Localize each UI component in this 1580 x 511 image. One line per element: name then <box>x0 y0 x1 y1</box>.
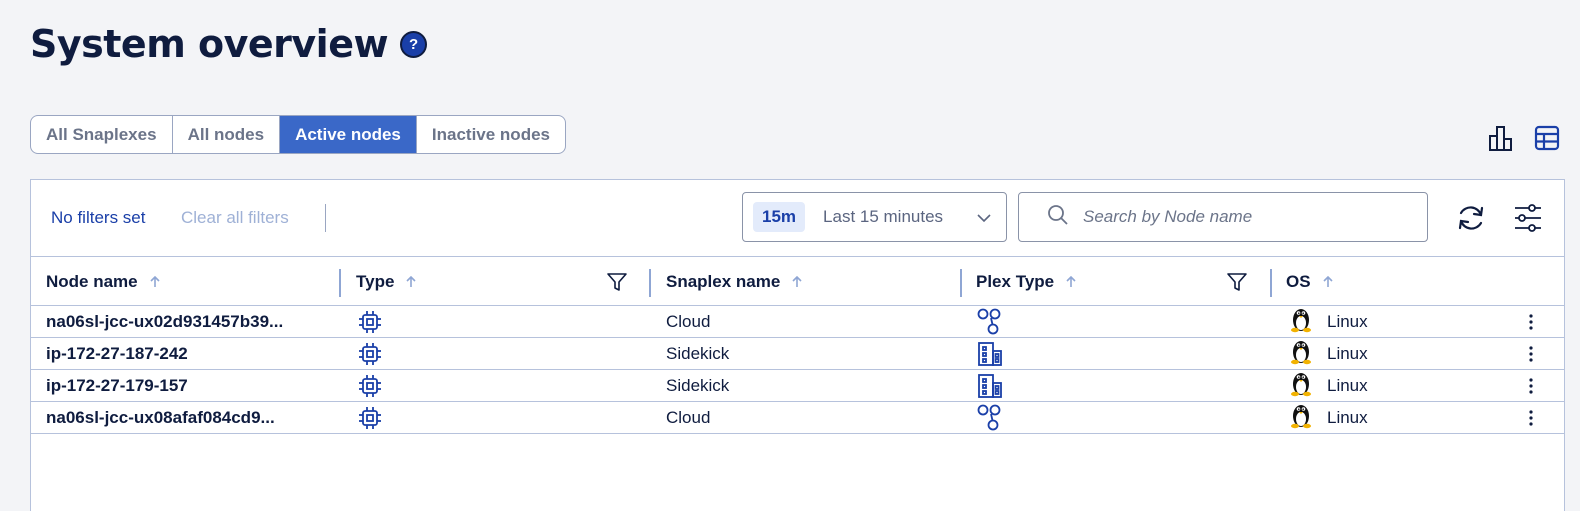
table-row[interactable]: ip-172-27-187-242 Sidekick Linux <box>31 338 1564 370</box>
os-cell: Linux <box>1289 338 1368 369</box>
node-name-cell[interactable]: na06sl-jcc-ux02d931457b39... <box>46 306 283 337</box>
cloud-nodes-icon <box>977 402 1003 433</box>
cpu-chip-icon <box>357 370 383 401</box>
column-label: Node name <box>46 271 138 291</box>
nodes-panel: No filters set Clear all filters 15m Las… <box>30 179 1565 511</box>
snaplex-name-cell: Cloud <box>666 407 711 427</box>
column-label: Snaplex name <box>666 271 781 291</box>
os-name: Linux <box>1327 375 1368 395</box>
filter-funnel-icon[interactable] <box>606 271 628 293</box>
snaplex-name-cell: Sidekick <box>666 375 730 395</box>
building-icon <box>977 338 1003 369</box>
cloud-nodes-icon <box>977 306 1003 337</box>
os-cell: Linux <box>1289 306 1368 337</box>
column-header-plex-type[interactable]: Plex Type <box>976 257 1076 306</box>
node-status-tabs: All Snaplexes All nodes Active nodes Ina… <box>30 115 566 154</box>
column-label: Type <box>356 271 395 291</box>
snaplex-name-cell: Cloud <box>666 311 711 331</box>
clear-filters-link[interactable]: Clear all filters <box>181 208 289 228</box>
column-resize-handle[interactable] <box>339 269 341 297</box>
column-header-snaplex-name[interactable]: Snaplex name <box>666 257 802 306</box>
refresh-icon[interactable] <box>1455 202 1487 234</box>
search-box <box>1018 192 1428 242</box>
linux-tux-icon <box>1289 369 1313 402</box>
row-menu-icon[interactable] <box>1528 402 1534 433</box>
column-resize-handle[interactable] <box>960 269 962 297</box>
time-range-label: Last 15 minutes <box>823 207 944 226</box>
filter-status-text: No filters set <box>51 208 146 227</box>
column-label: Plex Type <box>976 271 1055 291</box>
building-icon <box>977 370 1003 401</box>
page-title: System overview <box>30 22 389 66</box>
row-menu-icon[interactable] <box>1528 370 1534 401</box>
column-settings-icon[interactable] <box>1512 202 1544 234</box>
cpu-chip-icon <box>357 306 383 337</box>
divider <box>325 204 326 232</box>
page-header: System overview ? <box>30 22 428 66</box>
row-menu-icon[interactable] <box>1528 306 1534 337</box>
sort-arrow-icon[interactable] <box>150 275 160 288</box>
os-cell: Linux <box>1289 402 1368 433</box>
linux-tux-icon <box>1289 305 1313 338</box>
tab-all-snaplexes[interactable]: All Snaplexes <box>31 116 173 153</box>
os-name: Linux <box>1327 311 1368 331</box>
filter-bar: No filters set Clear all filters 15m Las… <box>31 180 1564 256</box>
os-name: Linux <box>1327 407 1368 427</box>
table-header: Node name Type Snaplex name Plex Type OS <box>31 256 1564 306</box>
column-label: OS <box>1286 271 1311 291</box>
os-name: Linux <box>1327 343 1368 363</box>
column-resize-handle[interactable] <box>1270 269 1272 297</box>
sort-arrow-icon[interactable] <box>406 275 416 288</box>
time-range-badge: 15m <box>753 202 806 232</box>
node-name-cell[interactable]: ip-172-27-187-242 <box>46 338 188 369</box>
table-row[interactable]: ip-172-27-179-157 Sidekick Linux <box>31 370 1564 402</box>
table-row[interactable]: na06sl-jcc-ux02d931457b39... Cloud Linux <box>31 306 1564 338</box>
row-menu-icon[interactable] <box>1528 338 1534 369</box>
column-header-node-name[interactable]: Node name <box>46 257 160 306</box>
table-row[interactable]: na06sl-jcc-ux08afaf084cd9... Cloud Linux <box>31 402 1564 434</box>
view-toggle <box>1488 124 1560 152</box>
column-resize-handle[interactable] <box>649 269 651 297</box>
help-icon[interactable]: ? <box>400 30 428 58</box>
sort-arrow-icon[interactable] <box>792 275 802 288</box>
sort-arrow-icon[interactable] <box>1322 275 1333 288</box>
tab-inactive-nodes[interactable]: Inactive nodes <box>417 116 565 153</box>
os-cell: Linux <box>1289 370 1368 401</box>
linux-tux-icon <box>1289 401 1313 434</box>
bar-chart-icon[interactable] <box>1488 124 1514 152</box>
table-body: na06sl-jcc-ux02d931457b39... Cloud Linux… <box>31 306 1564 434</box>
search-input[interactable] <box>1083 207 1403 227</box>
node-name-cell[interactable]: ip-172-27-179-157 <box>46 370 188 401</box>
column-header-type[interactable]: Type <box>356 257 416 306</box>
cpu-chip-icon <box>357 338 383 369</box>
filter-funnel-icon[interactable] <box>1226 271 1248 293</box>
tab-active-nodes[interactable]: Active nodes <box>280 116 417 153</box>
node-name-cell[interactable]: na06sl-jcc-ux08afaf084cd9... <box>46 402 275 433</box>
cpu-chip-icon <box>357 402 383 433</box>
chevron-down-icon <box>976 210 992 226</box>
column-header-os[interactable]: OS <box>1286 257 1333 306</box>
time-range-select[interactable]: 15m Last 15 minutes <box>742 192 1007 242</box>
tab-all-nodes[interactable]: All nodes <box>173 116 281 153</box>
snaplex-name-cell: Sidekick <box>666 343 730 363</box>
search-icon <box>1047 204 1069 231</box>
sort-arrow-icon[interactable] <box>1066 275 1076 288</box>
linux-tux-icon <box>1289 337 1313 370</box>
table-grid-icon[interactable] <box>1534 124 1560 152</box>
